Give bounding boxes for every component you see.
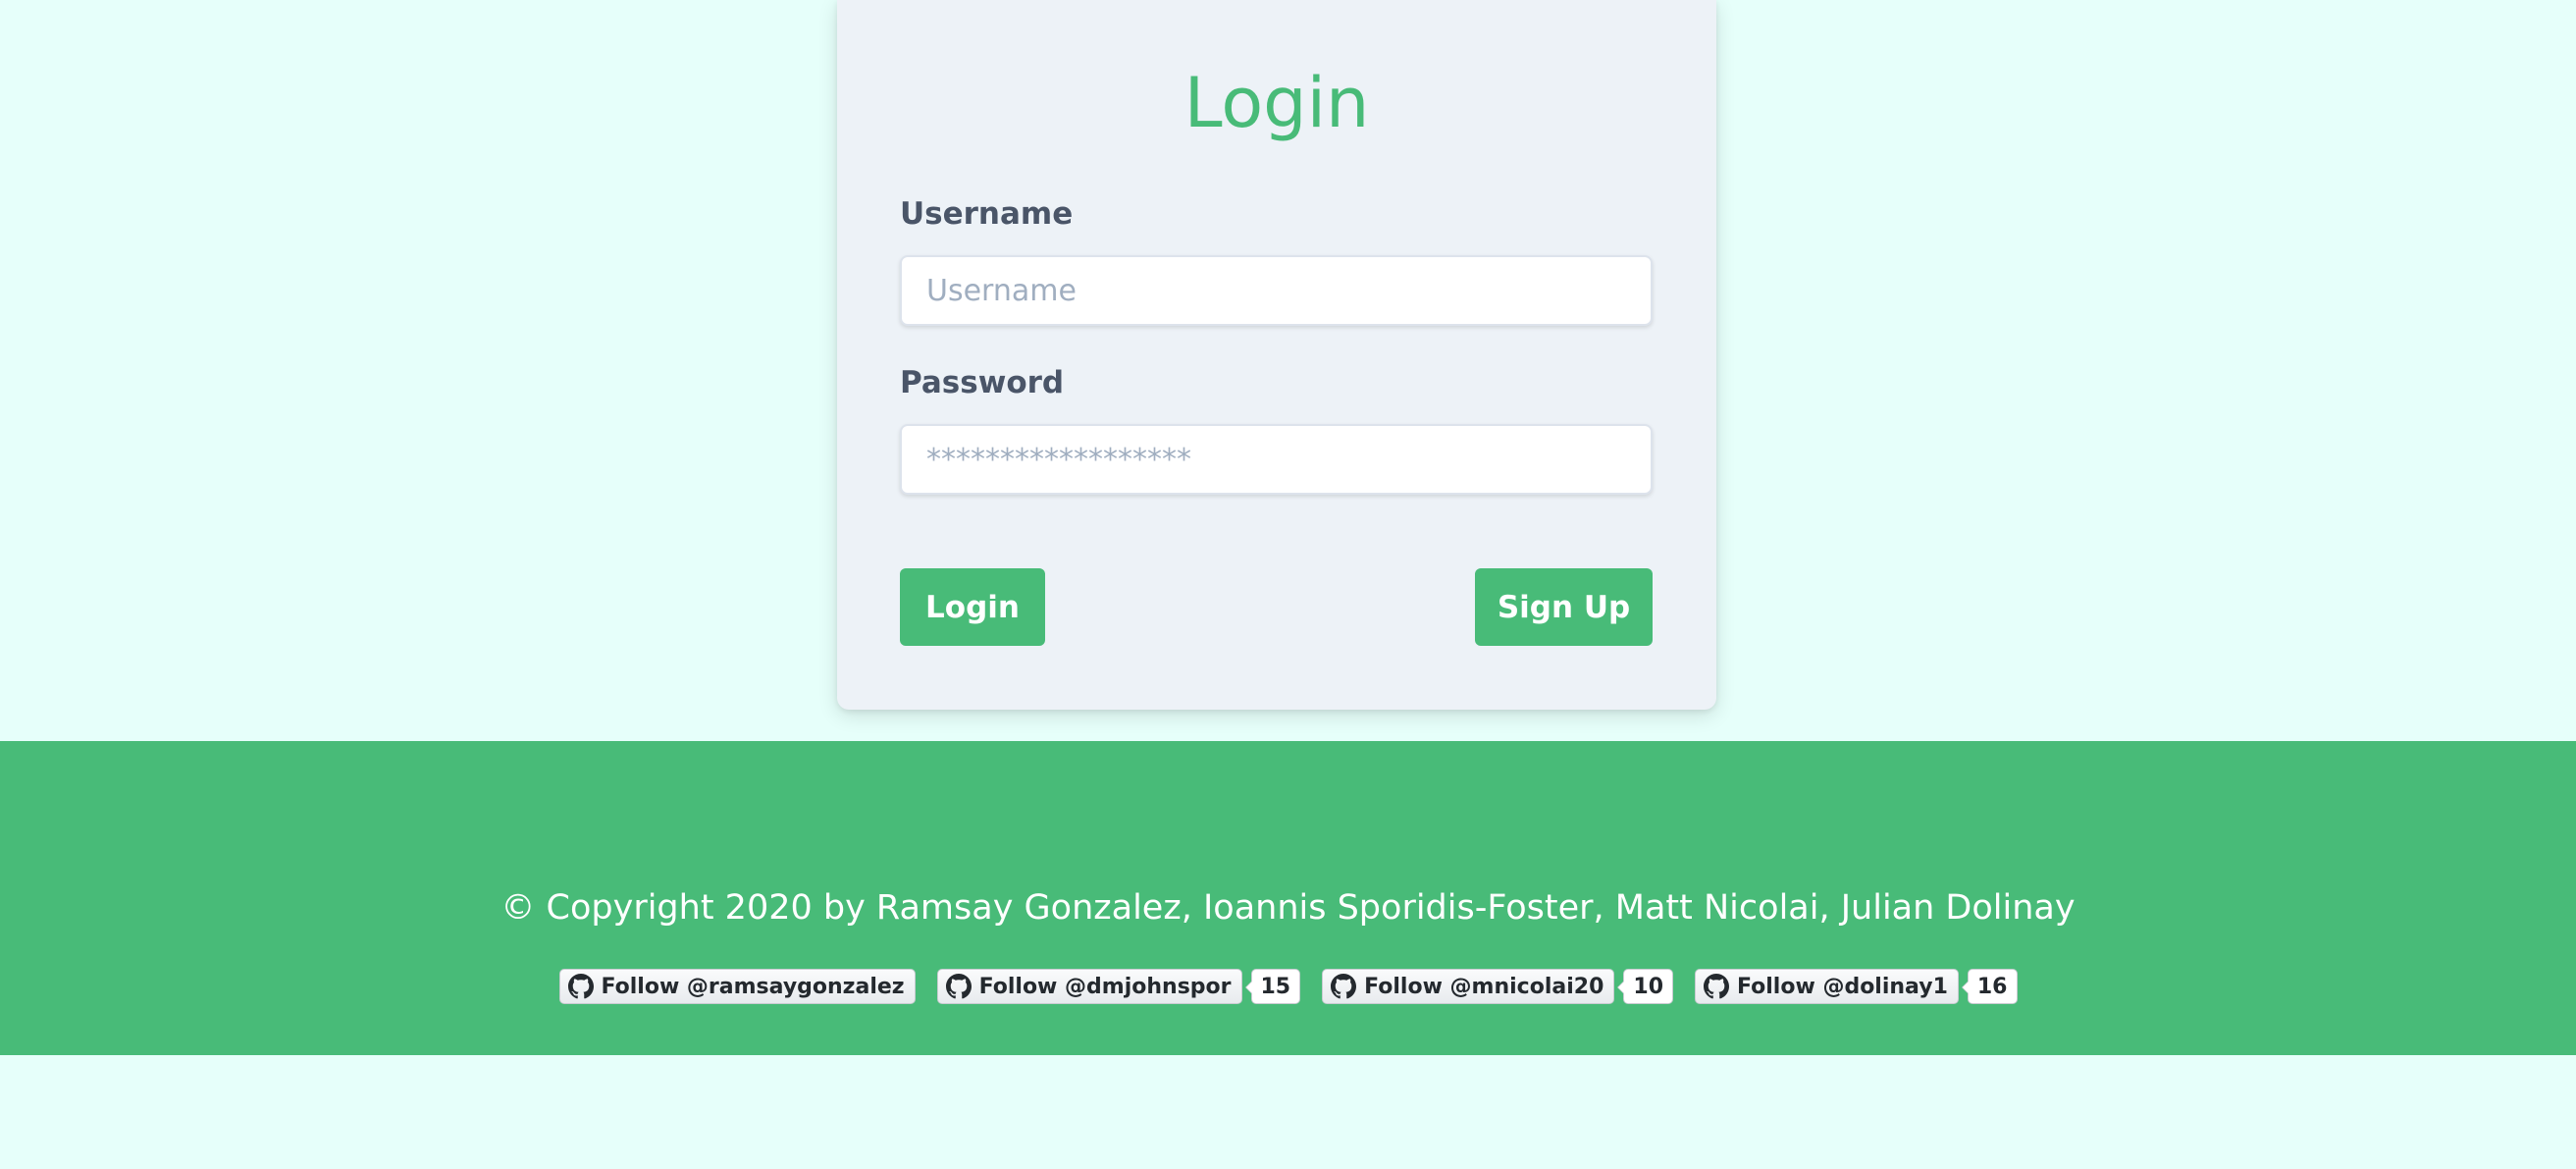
signup-button[interactable]: Sign Up bbox=[1475, 568, 1653, 646]
login-card: Login Username Password Login Sign Up bbox=[837, 0, 1716, 710]
follow-button-label: Follow @mnicolai20 bbox=[1364, 974, 1604, 999]
follow-dmjohnspor: Follow @dmjohnspor 15 bbox=[936, 969, 1301, 1004]
copyright-text: © Copyright 2020 by Ramsay Gonzalez, Ioa… bbox=[500, 888, 2076, 928]
follow-button-label: Follow @dolinay1 bbox=[1737, 974, 1948, 999]
follow-buttons: Follow @ramsaygonzalez Follow @dmjohnspo… bbox=[0, 969, 2576, 1004]
follow-ramsaygonzalez: Follow @ramsaygonzalez bbox=[558, 969, 916, 1004]
footer: © Copyright 2020 by Ramsay Gonzalez, Ioa… bbox=[0, 741, 2576, 1055]
follow-dolinay1: Follow @dolinay1 16 bbox=[1695, 969, 2018, 1004]
follower-count[interactable]: 16 bbox=[1961, 969, 2018, 1004]
login-button[interactable]: Login bbox=[900, 568, 1045, 646]
github-icon bbox=[1331, 974, 1357, 999]
github-icon bbox=[945, 974, 972, 999]
follower-count[interactable]: 10 bbox=[1617, 969, 1674, 1004]
login-title: Login bbox=[1183, 63, 1370, 143]
follower-count[interactable]: 15 bbox=[1244, 969, 1301, 1004]
github-icon bbox=[567, 974, 594, 999]
username-label: Username bbox=[900, 196, 1074, 232]
page: Login Username Password Login Sign Up © … bbox=[0, 0, 2576, 1169]
password-label: Password bbox=[900, 365, 1065, 400]
follow-mnicolai20: Follow @mnicolai20 10 bbox=[1322, 969, 1674, 1004]
follow-button[interactable]: Follow @dmjohnspor bbox=[936, 969, 1242, 1004]
follow-button[interactable]: Follow @ramsaygonzalez bbox=[558, 969, 916, 1004]
github-icon bbox=[1704, 974, 1730, 999]
follow-button[interactable]: Follow @mnicolai20 bbox=[1322, 969, 1615, 1004]
follow-button-label: Follow @dmjohnspor bbox=[978, 974, 1232, 999]
username-input[interactable] bbox=[900, 255, 1653, 326]
password-input[interactable] bbox=[900, 424, 1653, 495]
follow-button[interactable]: Follow @dolinay1 bbox=[1695, 969, 1959, 1004]
follow-button-label: Follow @ramsaygonzalez bbox=[601, 974, 905, 999]
